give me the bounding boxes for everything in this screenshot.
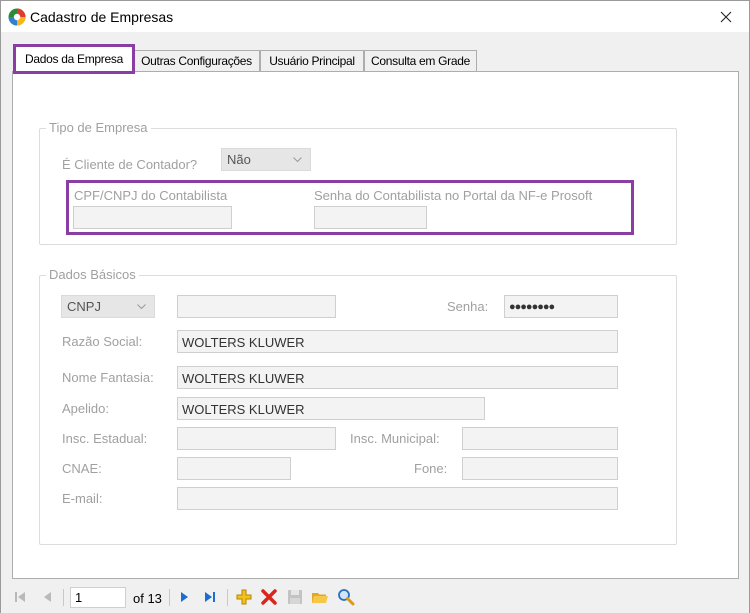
save-record-icon[interactable]: [286, 588, 304, 606]
first-record-icon[interactable]: [11, 588, 29, 606]
close-button[interactable]: [703, 1, 749, 32]
razao-social-input[interactable]: WOLTERS KLUWER: [177, 330, 618, 353]
select-value: CNPJ: [67, 299, 101, 314]
group-title: Tipo de Empresa: [46, 120, 151, 135]
tab-label: Dados da Empresa: [25, 52, 123, 66]
window-title: Cadastro de Empresas: [30, 9, 174, 25]
insc-municipal-label: Insc. Municipal:: [350, 431, 440, 446]
select-value: Não: [227, 152, 251, 167]
senha-label: Senha:: [447, 299, 489, 314]
email-input[interactable]: [177, 487, 618, 510]
insc-estadual-label: Insc. Estadual:: [62, 431, 148, 446]
page-total-label: of 13: [133, 591, 162, 606]
senha-portal-input[interactable]: [314, 206, 427, 229]
apelido-label: Apelido:: [62, 401, 109, 416]
group-title: Dados Básicos: [46, 267, 139, 282]
razao-social-label: Razão Social:: [62, 334, 143, 349]
search-record-icon[interactable]: [337, 588, 355, 606]
document-number-input[interactable]: [177, 295, 336, 318]
tab-label: Outras Configurações: [141, 54, 252, 68]
nome-fantasia-label: Nome Fantasia:: [62, 370, 154, 385]
tab-panel-dados-da-empresa: Tipo de Empresa É Cliente de Contador? N…: [12, 71, 739, 579]
fone-input[interactable]: [462, 457, 618, 480]
last-record-icon[interactable]: [201, 588, 219, 606]
chevron-down-icon: [293, 157, 302, 163]
previous-record-icon[interactable]: [39, 588, 57, 606]
email-label: E-mail:: [62, 491, 103, 506]
cliente-contador-select[interactable]: Não: [221, 148, 311, 171]
app-logo-icon: [8, 8, 26, 26]
record-navigator: 1 of 13: [1, 582, 749, 613]
tab-dados-da-empresa[interactable]: Dados da Empresa: [13, 44, 135, 74]
tab-label: Consulta em Grade: [371, 54, 470, 68]
close-icon: [720, 11, 732, 22]
next-record-icon[interactable]: [175, 588, 193, 606]
cpf-cnpj-contabilista-input[interactable]: [73, 206, 232, 229]
page-number-input[interactable]: 1: [70, 587, 126, 608]
tab-consulta-em-grade[interactable]: Consulta em Grade: [364, 50, 477, 71]
cnae-label: CNAE:: [62, 461, 102, 476]
cpf-cnpj-contabilista-label: CPF/CNPJ do Contabilista: [74, 188, 228, 203]
tab-outras-configuracoes[interactable]: Outras Configurações: [133, 50, 260, 71]
chevron-down-icon: [137, 304, 146, 310]
cnae-input[interactable]: [177, 457, 291, 480]
separator: [169, 589, 170, 606]
client-area: Dados da Empresa Outras Configurações Us…: [1, 32, 749, 582]
insc-estadual-input[interactable]: [177, 427, 336, 450]
cliente-contador-label: É Cliente de Contador?: [62, 157, 198, 172]
open-folder-icon[interactable]: [311, 588, 329, 606]
separator: [227, 589, 228, 606]
senha-portal-label: Senha do Contabilista no Portal da NF-e …: [314, 188, 593, 203]
delete-record-icon[interactable]: [260, 588, 278, 606]
apelido-input[interactable]: WOLTERS KLUWER: [177, 397, 485, 420]
insc-municipal-input[interactable]: [462, 427, 618, 450]
senha-input[interactable]: ●●●●●●●●: [504, 295, 618, 318]
document-type-select[interactable]: CNPJ: [61, 295, 155, 318]
separator: [63, 589, 64, 606]
title-bar: Cadastro de Empresas: [1, 1, 749, 32]
fone-label: Fone:: [414, 461, 448, 476]
cadastro-empresas-window: Cadastro de Empresas Dados da Empresa Ou…: [0, 0, 750, 613]
add-record-icon[interactable]: [235, 588, 253, 606]
tab-label: Usuário Principal: [269, 54, 355, 68]
tab-usuario-principal[interactable]: Usuário Principal: [260, 50, 364, 71]
nome-fantasia-input[interactable]: WOLTERS KLUWER: [177, 366, 618, 389]
